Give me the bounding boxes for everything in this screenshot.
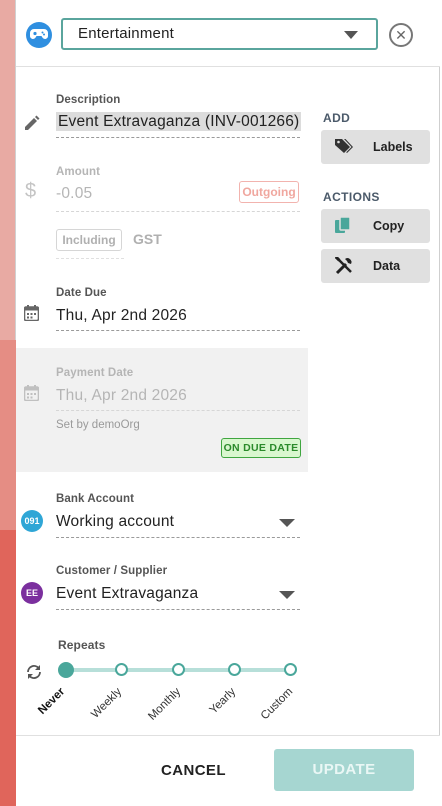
background-app-edge bbox=[0, 0, 16, 806]
payment-date-input: Thu, Apr 2nd 2026 bbox=[56, 387, 187, 404]
repeats-label: Repeats bbox=[58, 638, 106, 652]
category-select[interactable]: Entertainment bbox=[61, 18, 378, 50]
close-icon[interactable]: ✕ bbox=[389, 23, 413, 47]
bank-account-select[interactable]: Working account bbox=[56, 513, 174, 531]
description-underline bbox=[56, 137, 300, 138]
contact-select[interactable]: Event Extravaganza bbox=[56, 585, 198, 603]
description-label: Description bbox=[56, 94, 121, 106]
date-due-underline bbox=[56, 330, 300, 331]
copy-button-label: Copy bbox=[373, 219, 405, 233]
repeats-option-monthly[interactable]: Monthly bbox=[136, 686, 183, 733]
repeats-stop-weekly[interactable] bbox=[115, 663, 128, 676]
pencil-icon bbox=[25, 115, 40, 130]
repeats-option-never[interactable]: Never bbox=[25, 686, 67, 728]
repeats-stop-custom[interactable] bbox=[284, 663, 297, 676]
chevron-down-icon[interactable] bbox=[279, 519, 295, 527]
background-edge-band bbox=[0, 530, 16, 806]
tax-name: GST bbox=[133, 231, 162, 247]
tax-underline bbox=[56, 258, 124, 259]
category-icon bbox=[26, 22, 52, 48]
amount-input: -0.05 bbox=[56, 185, 93, 202]
contact-underline bbox=[56, 609, 300, 610]
repeats-stop-never[interactable] bbox=[58, 662, 74, 678]
calendar-icon bbox=[24, 305, 39, 321]
repeat-icon bbox=[27, 665, 41, 679]
calendar-icon bbox=[24, 385, 39, 401]
amount-underline bbox=[56, 211, 300, 212]
transaction-edit-panel: Entertainment ✕ Description Event Extrav… bbox=[16, 0, 440, 806]
labels-button-label: Labels bbox=[373, 140, 413, 154]
cancel-button[interactable]: CANCEL bbox=[161, 762, 226, 779]
gamepad-icon bbox=[30, 29, 48, 39]
description-value: Event Extravaganza (INV-001266) bbox=[56, 112, 302, 131]
payment-date-underline bbox=[56, 410, 300, 411]
direction-toggle: Outgoing bbox=[239, 181, 299, 203]
tax-mode-toggle: Including bbox=[56, 229, 122, 251]
description-input[interactable]: Event Extravaganza (INV-001266) bbox=[56, 112, 302, 131]
dollar-icon: $ bbox=[25, 180, 37, 202]
actions-section-title: ACTIONS bbox=[323, 190, 380, 204]
repeats-stop-yearly[interactable] bbox=[228, 663, 241, 676]
background-edge-band bbox=[0, 340, 16, 530]
amount-label: Amount bbox=[56, 166, 101, 178]
chevron-down-icon[interactable] bbox=[279, 591, 295, 599]
contact-label: Customer / Supplier bbox=[56, 565, 168, 577]
add-section-title: ADD bbox=[323, 111, 351, 125]
chevron-down-icon bbox=[344, 31, 358, 39]
date-due-input[interactable]: Thu, Apr 2nd 2026 bbox=[56, 307, 187, 325]
bank-account-underline bbox=[56, 537, 300, 538]
bank-account-label: Bank Account bbox=[56, 493, 135, 505]
payment-date-label: Payment Date bbox=[56, 367, 134, 379]
contact-badge: EE bbox=[21, 582, 43, 604]
tools-icon bbox=[335, 257, 352, 275]
panel-footer: CANCEL UPDATE bbox=[16, 735, 440, 806]
tag-icon bbox=[335, 139, 353, 153]
copy-button[interactable]: Copy bbox=[321, 209, 430, 243]
panel-header: Entertainment ✕ bbox=[16, 0, 440, 67]
on-due-date-badge: ON DUE DATE bbox=[221, 438, 301, 458]
copy-icon bbox=[335, 217, 351, 233]
payment-set-by: Set by demoOrg bbox=[56, 419, 140, 431]
data-button-label: Data bbox=[373, 259, 401, 273]
bank-account-badge: 091 bbox=[21, 510, 43, 532]
date-due-label: Date Due bbox=[56, 287, 107, 299]
category-select-value: Entertainment bbox=[78, 25, 174, 42]
update-button[interactable]: UPDATE bbox=[274, 749, 414, 791]
repeats-option-yearly[interactable]: Yearly bbox=[194, 686, 238, 730]
repeats-option-weekly[interactable]: Weekly bbox=[80, 686, 124, 730]
labels-button[interactable]: Labels bbox=[321, 130, 430, 164]
repeats-option-custom[interactable]: Custom bbox=[249, 686, 296, 733]
data-button[interactable]: Data bbox=[321, 249, 430, 283]
repeats-stop-monthly[interactable] bbox=[172, 663, 185, 676]
